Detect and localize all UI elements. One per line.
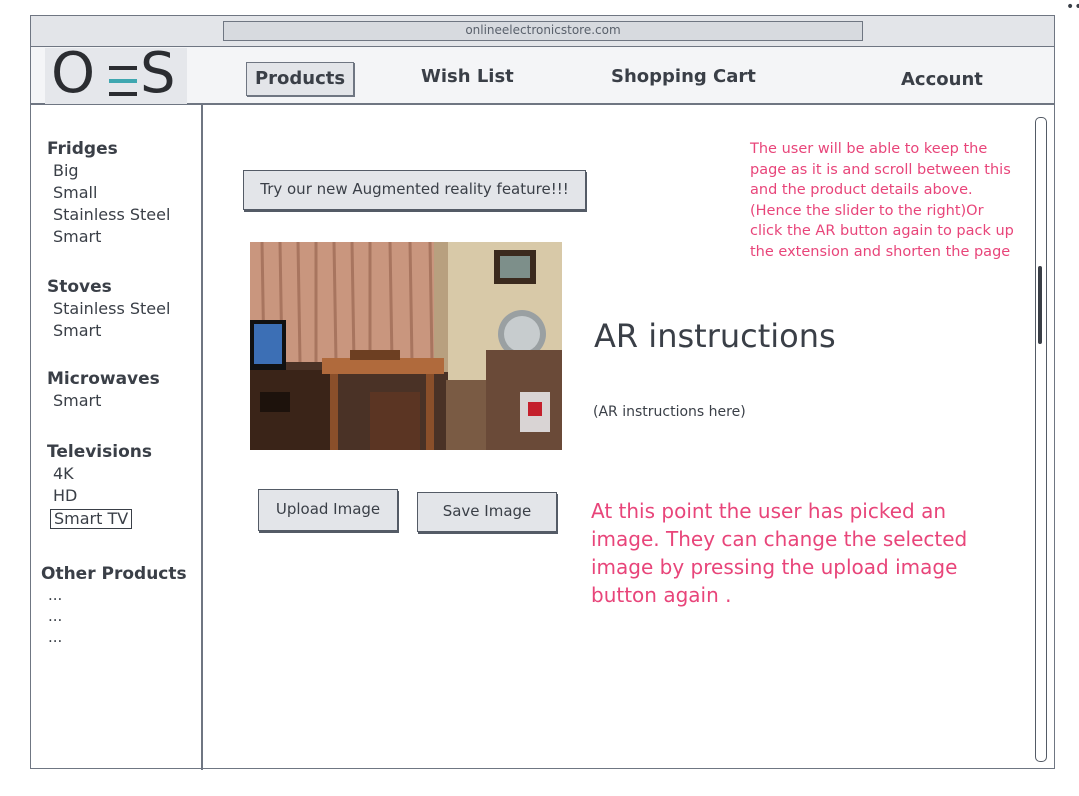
ar-instructions-body: (AR instructions here)	[593, 404, 746, 420]
category-title[interactable]: Televisions	[47, 441, 152, 463]
category-fridges: Fridges Big Small Stainless Steel Smart	[47, 138, 170, 248]
category-item[interactable]: ...	[41, 627, 187, 648]
category-item[interactable]: HD	[47, 485, 152, 507]
category-microwaves: Microwaves Smart	[47, 368, 160, 412]
category-title[interactable]: Other Products	[41, 563, 187, 585]
site-logo[interactable]: O S	[45, 42, 187, 106]
nav-shopping-cart-link[interactable]: Shopping Cart	[611, 65, 756, 89]
category-title[interactable]: Microwaves	[47, 368, 160, 390]
nav-account-link[interactable]: Account	[901, 68, 983, 92]
category-item-selected[interactable]: Smart TV	[50, 509, 133, 529]
category-item[interactable]: Smart	[47, 390, 160, 412]
upload-image-button[interactable]: Upload Image	[258, 489, 398, 531]
url-field[interactable]: onlineelectronicstore.com	[223, 21, 863, 41]
ar-feature-button[interactable]: Try our new Augmented reality feature!!!	[243, 170, 586, 210]
logo-bar	[109, 66, 137, 70]
corner-dots: ••	[1066, 0, 1079, 15]
category-item[interactable]: Stainless Steel	[47, 298, 170, 320]
nav-wishlist-link[interactable]: Wish List	[421, 65, 514, 89]
annotation-note-top: The user will be able to keep the page a…	[750, 141, 1014, 260]
save-image-button[interactable]: Save Image	[417, 492, 557, 532]
category-item[interactable]: Smart	[47, 226, 170, 248]
category-item[interactable]: 4K	[47, 463, 152, 485]
category-item[interactable]: Small	[47, 182, 170, 204]
scrollbar-thumb[interactable]	[1038, 266, 1042, 344]
browser-address-bar: onlineelectronicstore.com	[31, 16, 1054, 47]
vertical-scrollbar[interactable]	[1035, 117, 1047, 762]
browser-window: onlineelectronicstore.com O S Products W…	[30, 15, 1055, 770]
category-item[interactable]: Stainless Steel	[47, 204, 170, 226]
nav-products-button[interactable]: Products	[246, 62, 354, 96]
logo-letter-o: O	[51, 41, 96, 106]
category-title[interactable]: Stoves	[47, 276, 170, 298]
logo-bar	[109, 92, 137, 96]
uploaded-image-preview	[250, 242, 562, 450]
category-item[interactable]: ...	[41, 606, 187, 627]
ar-instructions-title: AR instructions	[594, 317, 836, 355]
category-item[interactable]: Big	[47, 160, 170, 182]
room-photo-image	[250, 242, 562, 450]
category-item[interactable]: ...	[41, 585, 187, 606]
site-header: O S Products Wish List Shopping Cart Acc…	[31, 42, 1054, 106]
logo-letter-s: S	[140, 41, 176, 106]
logo-bar-accent	[109, 79, 137, 83]
category-item[interactable]: Smart	[47, 320, 170, 342]
category-other-products: Other Products ... ... ...	[41, 563, 187, 648]
sidebar-divider	[201, 105, 203, 770]
category-televisions: Televisions 4K HD Smart TV	[47, 441, 152, 529]
annotation-note-bottom: At this point the user has picked an ima…	[591, 499, 968, 607]
category-title[interactable]: Fridges	[47, 138, 170, 160]
category-stoves: Stoves Stainless Steel Smart	[47, 276, 170, 342]
